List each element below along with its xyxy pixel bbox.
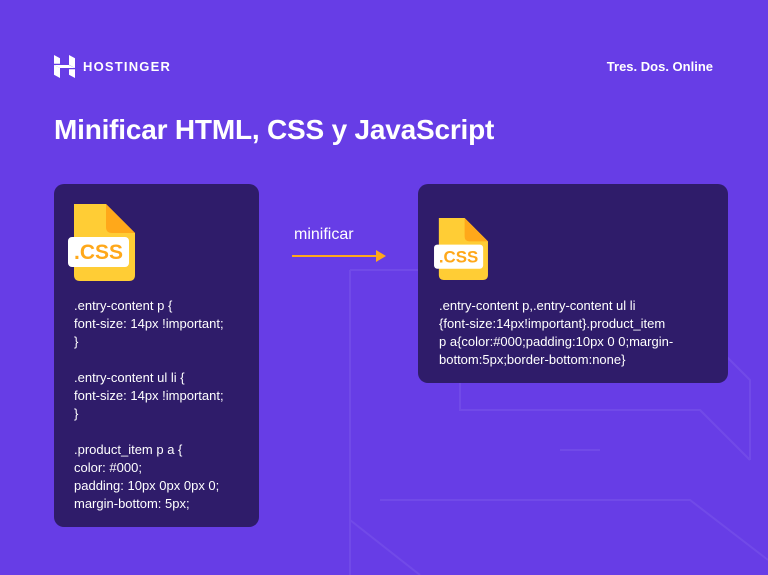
css-badge-label: .CSS bbox=[74, 241, 123, 264]
tagline: Tres. Dos. Online bbox=[606, 59, 713, 74]
css-file-icon: .CSS bbox=[68, 204, 135, 281]
logo-text: HOSTINGER bbox=[83, 59, 172, 74]
original-css-code: .entry-content p { font-size: 14px !impo… bbox=[74, 298, 224, 511]
minify-label: minificar bbox=[294, 226, 354, 243]
css-badge-label: .CSS bbox=[439, 247, 478, 266]
hostinger-logo: HOSTINGER bbox=[54, 55, 171, 78]
hostinger-logo-icon bbox=[54, 55, 75, 78]
arrow-right-icon bbox=[292, 250, 386, 262]
original-css-card: .CSS .entry-content p { font-size: 14px … bbox=[54, 184, 259, 527]
page-title: Minificar HTML, CSS y JavaScript bbox=[54, 114, 495, 145]
minified-css-code: .entry-content p,.entry-content ul li {f… bbox=[439, 298, 674, 367]
minified-css-card: .CSS .entry-content p,.entry-content ul … bbox=[418, 184, 728, 383]
css-file-icon: .CSS bbox=[434, 218, 488, 280]
